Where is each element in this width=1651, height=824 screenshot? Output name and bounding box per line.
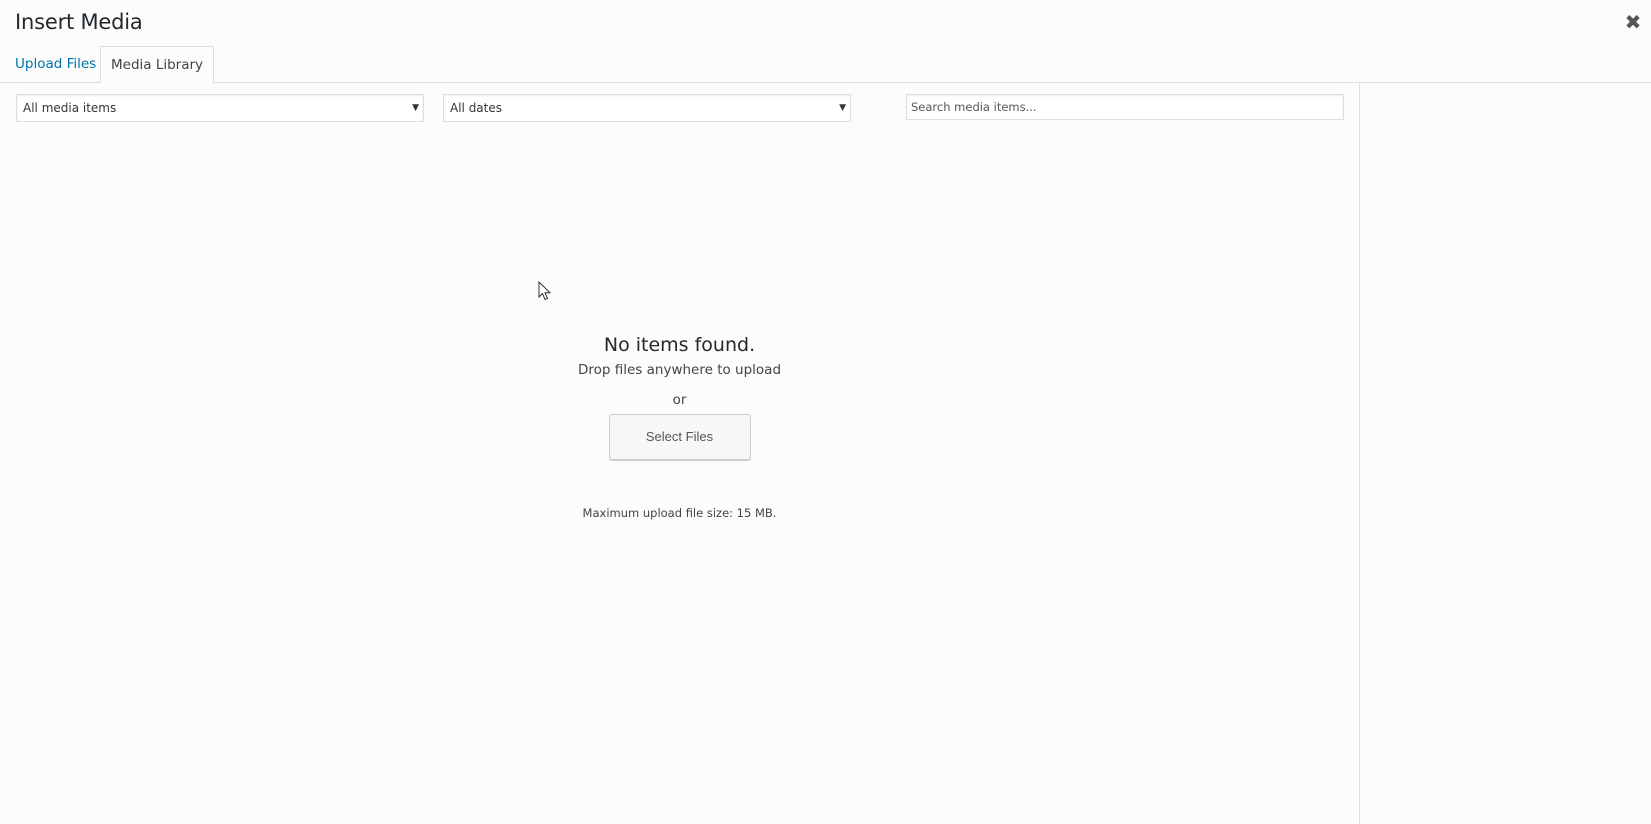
select-files-button[interactable]: Select Files [608, 414, 751, 460]
modal-title: Insert Media [15, 10, 143, 34]
media-library-content: All media items ▼ All dates ▼ No items f… [0, 84, 1359, 824]
tab-media-library[interactable]: Media Library [100, 46, 215, 84]
search-input[interactable] [906, 94, 1344, 120]
media-type-filter-value: All media items [23, 101, 117, 115]
dropdown-arrow-icon: ▼ [839, 103, 846, 113]
tab-upload-files[interactable]: Upload Files [5, 46, 106, 83]
max-upload-size: Maximum upload file size: 15 MB. [582, 506, 777, 520]
empty-state-title: No items found. [603, 334, 756, 356]
date-filter-value: All dates [450, 101, 503, 115]
or-separator: or [672, 392, 687, 408]
mouse-cursor-icon [538, 281, 552, 301]
media-router: Upload Files Media Library [0, 46, 1651, 84]
close-icon[interactable]: ✖ [1621, 10, 1645, 34]
empty-state: No items found. Drop files anywhere to u… [0, 334, 1359, 520]
media-type-filter[interactable]: All media items ▼ [16, 94, 424, 122]
date-filter[interactable]: All dates ▼ [443, 94, 851, 122]
dropdown-arrow-icon: ▼ [412, 103, 419, 113]
drop-instructions: Drop files anywhere to upload [577, 362, 782, 378]
media-sidebar [1359, 84, 1651, 824]
